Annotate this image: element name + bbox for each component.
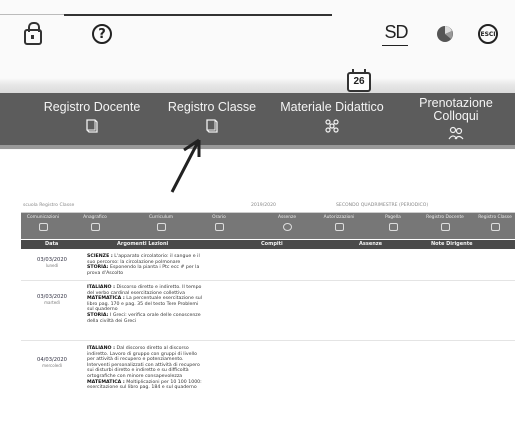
nav-comunicazioni[interactable]: Comunicazioni (15, 215, 71, 231)
curriculum-icon (156, 223, 166, 231)
register-nav-bar: Comunicazioni Anagrafico Curriculum Orar… (21, 213, 515, 239)
row-lessons: ITALIANO : Discorso diretto e indiretto.… (87, 285, 203, 324)
nav-orario[interactable]: Orario (191, 215, 247, 231)
nav-anagrafico[interactable]: Anagrafico (67, 215, 123, 231)
row-lessons: ITALIANO : Dal discorso diretto al disco… (87, 346, 202, 391)
col-argomenti: Argomenti Lezioni (117, 241, 169, 247)
col-note-dirigente: Note Dirigente (431, 241, 473, 247)
table-row[interactable]: 03/03/2020 martedì ITALIANO : Discorso d… (21, 282, 515, 341)
orario-icon (214, 223, 224, 231)
col-data: Data (45, 241, 59, 247)
col-compiti: Compiti (261, 241, 283, 247)
table-row[interactable]: 03/03/2020 lunedì SCIENZE : L'apparato c… (21, 252, 515, 281)
nav-curriculum[interactable]: Curriculum (133, 215, 189, 231)
nav-assenze[interactable]: Assenze (259, 215, 315, 231)
breadcrumb: scuola Registro Classe (23, 203, 75, 208)
anagrafico-icon (90, 223, 100, 231)
nav-registro-classe[interactable]: Registro Classe (467, 215, 515, 231)
comunicazioni-icon (38, 223, 48, 231)
book-icon (490, 223, 500, 231)
autorizzazioni-icon (334, 223, 344, 231)
register-screenshot: scuola Registro Classe 2019/2020 SECONDO… (21, 200, 515, 427)
row-lessons: SCIENZE : L'apparato circolatorio: il sa… (87, 254, 200, 276)
register-header: scuola Registro Classe 2019/2020 SECONDO… (21, 200, 515, 213)
nav-pagella[interactable]: Pagella (365, 215, 421, 231)
arrow-to-registro-classe (170, 138, 201, 193)
table-row[interactable]: 04/03/2020 mercoledì ITALIANO : Dal disc… (21, 342, 515, 426)
book-icon (440, 223, 450, 231)
nav-autorizzazioni[interactable]: Autorizzazioni (311, 215, 367, 231)
assenze-icon (282, 223, 292, 231)
pagella-icon (388, 223, 398, 231)
class-info: SECONDO QUADRIMESTRE (PERIODICO) (336, 203, 429, 208)
nav-registro-docente[interactable]: Registro Docente (417, 215, 473, 231)
col-assenze: Assenze (359, 241, 383, 247)
register-table-header: Data Argomenti Lezioni Compiti Assenze N… (21, 240, 515, 249)
row-date: 03/03/2020 lunedì (37, 257, 67, 268)
row-date: 04/03/2020 mercoledì (37, 357, 67, 368)
row-date: 03/03/2020 martedì (37, 294, 67, 305)
school-year: 2019/2020 (251, 203, 276, 208)
